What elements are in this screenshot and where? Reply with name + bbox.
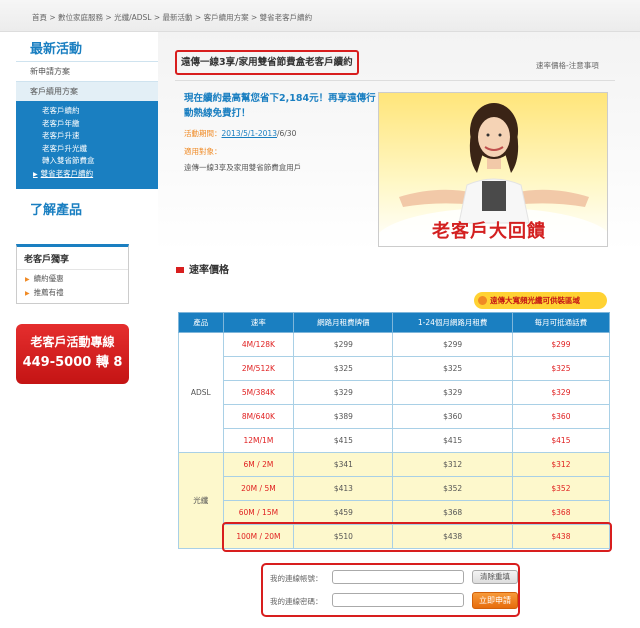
speed-cell: 20M / 5M	[222, 476, 295, 501]
call-credit-cell: $415	[511, 428, 611, 453]
apply-button[interactable]: 立即申請	[472, 592, 518, 609]
square-bullet-icon	[176, 267, 184, 273]
sidebar-sub-item[interactable]: 老客戶年繳	[16, 118, 158, 131]
call-credit-cell: $352	[511, 476, 611, 501]
category-fiber: 光纖	[178, 452, 224, 549]
sidebar-section-latest[interactable]: 最新活動	[16, 32, 158, 61]
top-bar: 首頁 > 數位家庭服務 > 光纖/ADSL > 最新活動 > 客戶續用方案 > …	[0, 0, 640, 32]
monthly-fee-cell: $415	[392, 428, 513, 453]
applies-value: 遠傳一線3享及家用雙省節費盒用戶	[184, 163, 302, 172]
sidebar-submenu: 老客戶續約 老客戶年繳 老客戶升速 老客戶升光纖 轉入雙省節費盒 雙省老客戶續約	[16, 101, 158, 189]
applies-label: 適用對象：	[184, 147, 222, 156]
table-row: ADSL 4M/128K $299 $299 $299	[178, 332, 611, 453]
exclusive-title: 老客戶獨享	[17, 247, 128, 270]
monthly-fee-cell: $299	[392, 332, 513, 357]
list-price-cell: $325	[293, 356, 394, 381]
speed-cell: 4M/128K	[222, 332, 295, 357]
list-price-cell: $459	[293, 500, 394, 525]
speed-cell: 2M/512K	[222, 356, 295, 381]
exclusive-box: 老客戶獨享 ▶ 續約優惠 ▶ 推薦有禮	[16, 244, 129, 304]
monthly-fee-cell: $360	[392, 404, 513, 429]
monthly-fee-cell: $329	[392, 380, 513, 405]
table-row: 5M/384K $329 $329 $329	[179, 380, 611, 405]
hotline-banner: 老客戶活動專線 449-5000 轉 8	[16, 324, 129, 384]
sidebar-sub-item-current[interactable]: 雙省老客戶續約	[16, 168, 158, 182]
list-price-cell: $299	[293, 332, 394, 357]
monthly-fee-cell: $325	[392, 356, 513, 381]
table-row: 20M / 5M $413 $352 $352	[179, 476, 611, 501]
title-divider	[175, 80, 615, 81]
call-credit-cell: $360	[511, 404, 611, 429]
exclusive-item-referral[interactable]: ▶ 推薦有禮	[17, 284, 128, 298]
list-price-cell: $415	[293, 428, 394, 453]
sidebar-sub-item[interactable]: 老客戶升光纖	[16, 143, 158, 156]
rates-notes-link[interactable]: 速率價格-注意事項	[536, 60, 599, 71]
triangle-right-icon: ▶	[25, 276, 30, 283]
table-row: 2M/512K $325 $325 $325	[179, 356, 611, 381]
list-price-cell: $510	[293, 524, 394, 549]
table-row-highlighted: 100M / 20M $510 $438 $438	[179, 524, 611, 549]
triangle-right-icon: ▶	[25, 290, 30, 297]
table-row: 12M/1M $415 $415 $415	[179, 428, 611, 453]
call-credit-cell: $329	[511, 380, 611, 405]
speed-cell: 12M/1M	[222, 428, 295, 453]
table-row: 8M/640K $389 $360 $360	[179, 404, 611, 429]
info-dot-icon	[478, 296, 487, 305]
col-header-list-price: 網路月租費牌價	[293, 312, 394, 333]
sidebar-item-renew-plan[interactable]: 客戶續用方案	[16, 81, 158, 101]
category-adsl: ADSL	[178, 332, 224, 453]
col-header-speed: 速率	[222, 312, 295, 333]
call-credit-cell: $325	[511, 356, 611, 381]
sidebar: 最新活動 新申請方案 客戶續用方案 老客戶續約 老客戶年繳 老客戶升速 老客戶升…	[16, 32, 158, 218]
list-price-cell: $413	[293, 476, 394, 501]
speed-cell: 8M/640K	[222, 404, 295, 429]
list-price-cell: $329	[293, 380, 394, 405]
col-header-product: 產品	[178, 312, 224, 333]
call-credit-cell: $299	[511, 332, 611, 357]
clear-button[interactable]: 清除重填	[472, 570, 518, 584]
monthly-fee-cell: $368	[392, 500, 513, 525]
period-link[interactable]: 2013/5/1-2013	[222, 129, 277, 138]
table-row: 60M / 15M $459 $368 $368	[179, 500, 611, 525]
col-header-monthly-fee: 1-24個月網路月租費	[392, 312, 513, 333]
banner-headline: 老客戶大回饋	[432, 221, 546, 242]
sidebar-sub-item[interactable]: 老客戶升速	[16, 130, 158, 143]
page-title: 遠傳一線3享/家用雙省節費盒老客戶續約	[175, 50, 359, 75]
hotline-number: 449-5000 轉 8	[22, 355, 123, 370]
table-row: 光纖 6M / 2M $341 $312 $312	[178, 452, 611, 549]
account-input[interactable]	[332, 570, 464, 584]
speed-cell: 5M/384K	[222, 380, 295, 405]
promo-text: 現在續約最高幫您省下2,184元！再享遠傳行動熱線免費打！	[184, 93, 376, 119]
table-header-row: 產品 速率 網路月租費牌價 1-24個月網路月租費 每月可抵通話費	[178, 312, 611, 333]
password-label: 我的連線密碼：	[270, 597, 323, 606]
breadcrumb[interactable]: 首頁 > 數位家庭服務 > 光纖/ADSL > 最新活動 > 客戶續用方案 > …	[32, 12, 312, 23]
speed-cell: 100M / 20M	[222, 524, 295, 549]
call-credit-cell: $312	[511, 452, 611, 477]
sidebar-item-new-plan[interactable]: 新申請方案	[16, 61, 158, 81]
password-input[interactable]	[332, 593, 464, 607]
monthly-fee-cell: $438	[392, 524, 513, 549]
fiber-coverage-badge[interactable]: 遠傳大寬頻光纖可供裝區域	[474, 292, 607, 309]
exclusive-item-renewal[interactable]: ▶ 續約優惠	[17, 270, 128, 284]
sidebar-section-products[interactable]: 了解產品	[16, 199, 158, 218]
list-price-cell: $341	[293, 452, 394, 477]
call-credit-cell: $438	[511, 524, 611, 549]
account-label: 我的連線帳號：	[270, 574, 323, 583]
sidebar-sub-item[interactable]: 轉入雙省節費盒	[16, 155, 158, 168]
section-title: 速率價格	[176, 261, 229, 276]
list-price-cell: $389	[293, 404, 394, 429]
speed-cell: 6M / 2M	[222, 452, 295, 477]
campaign-period: 活動期間：2013/5/1-2013/6/30	[184, 129, 297, 138]
rates-table: 產品 速率 網路月租費牌價 1-24個月網路月租費 每月可抵通話費 ADSL 4…	[178, 312, 611, 549]
col-header-call-credit: 每月可抵通話費	[511, 312, 611, 333]
hotline-title: 老客戶活動專線	[30, 335, 115, 349]
monthly-fee-cell: $312	[392, 452, 513, 477]
sidebar-sub-item[interactable]: 老客戶續約	[16, 105, 158, 118]
speed-cell: 60M / 15M	[222, 500, 295, 525]
call-credit-cell: $368	[511, 500, 611, 525]
monthly-fee-cell: $352	[392, 476, 513, 501]
